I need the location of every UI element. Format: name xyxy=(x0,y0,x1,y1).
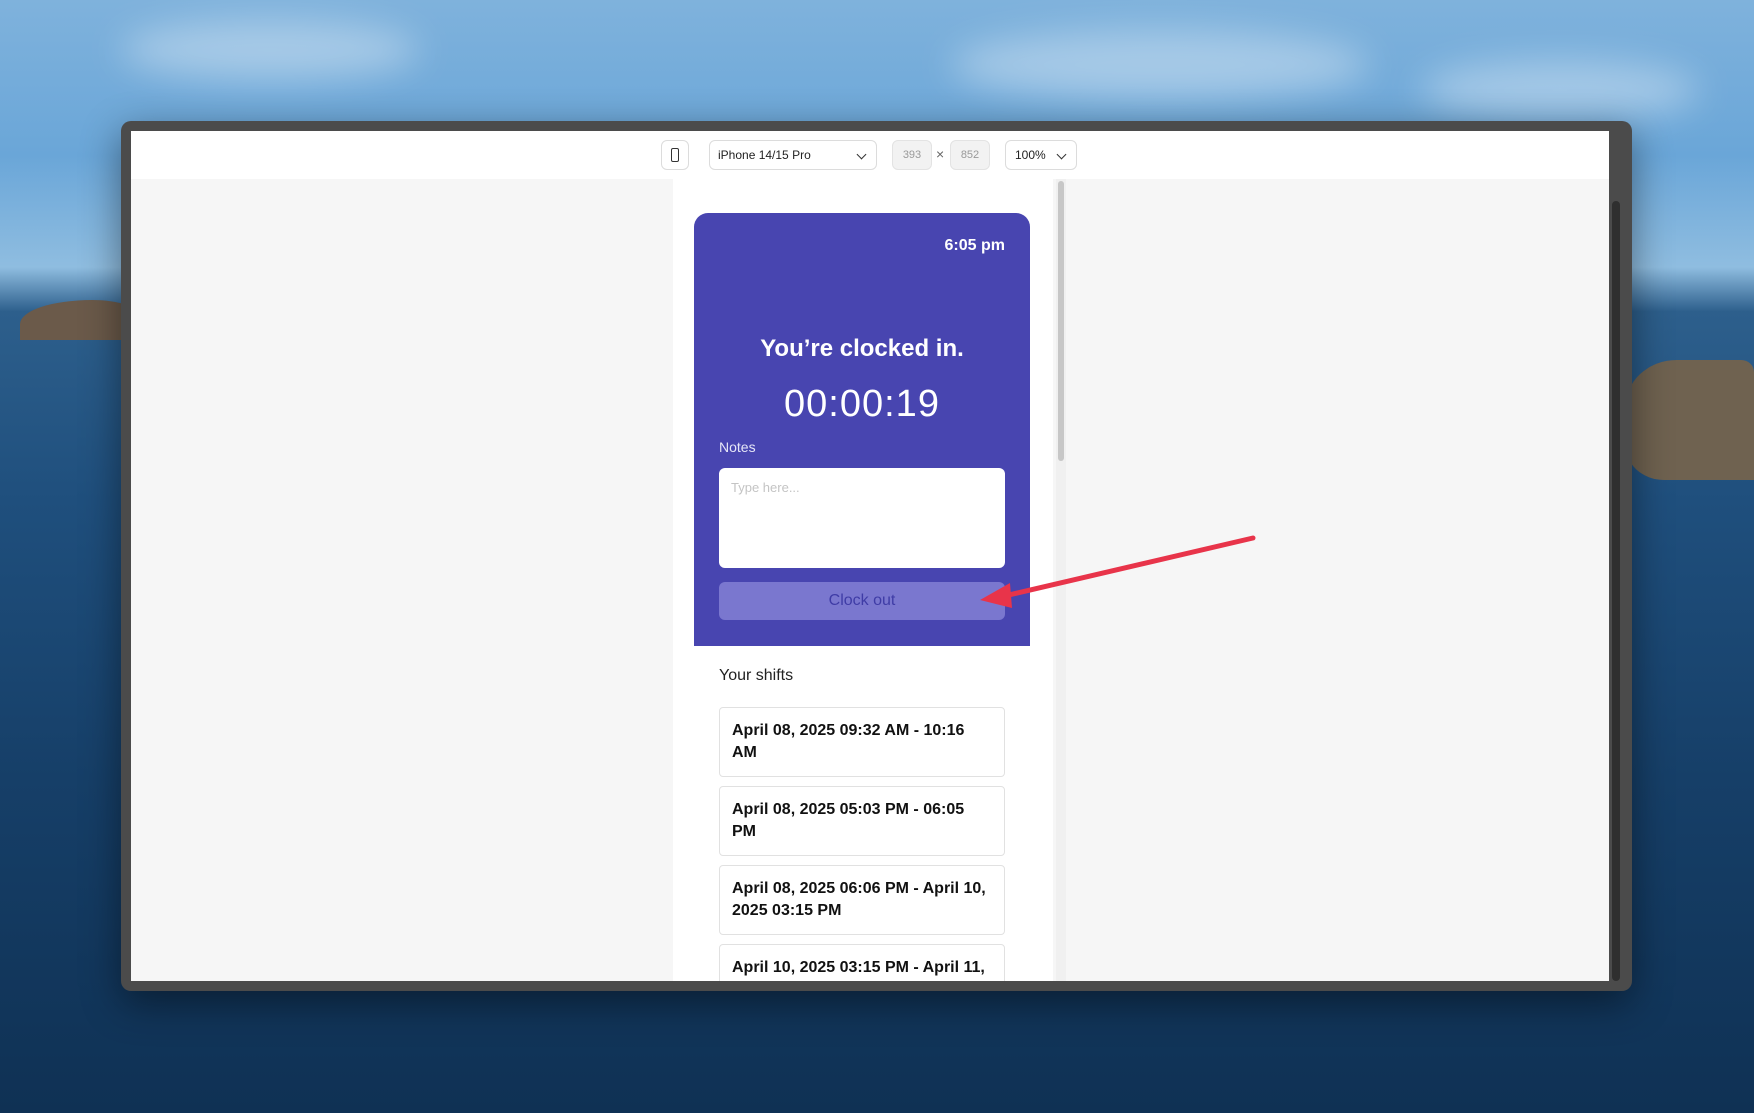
browser-window: iPhone 14/15 Pro 393 × 852 100% 6:05 pm … xyxy=(121,121,1632,991)
device-select-label: iPhone 14/15 Pro xyxy=(718,148,811,162)
dimension-separator: × xyxy=(936,146,945,162)
notes-placeholder: Type here... xyxy=(731,480,800,495)
elapsed-timer: 00:00:19 xyxy=(784,383,940,425)
cloud xyxy=(120,20,420,80)
chevron-down-icon xyxy=(1056,149,1067,160)
clock-card: 6:05 pm You’re clocked in. 00:00:19 Note… xyxy=(694,213,1030,646)
height-input[interactable]: 852 xyxy=(950,140,990,170)
notes-label: Notes xyxy=(719,439,756,455)
viewport-scrollbar-thumb[interactable] xyxy=(1058,181,1064,461)
zoom-select[interactable]: 100% xyxy=(1005,140,1077,170)
shift-item[interactable]: April 10, 2025 03:15 PM - April 11, 2025… xyxy=(719,944,1005,981)
clock-out-button[interactable]: Clock out xyxy=(719,582,1005,620)
island xyxy=(1625,360,1754,480)
device-toolbar: iPhone 14/15 Pro 393 × 852 100% xyxy=(131,131,1609,179)
notes-textarea[interactable]: Type here... xyxy=(719,468,1005,568)
current-time: 6:05 pm xyxy=(944,237,1005,254)
clocked-in-heading: You’re clocked in. xyxy=(760,335,964,362)
device-select[interactable]: iPhone 14/15 Pro xyxy=(709,140,877,170)
shift-item[interactable]: April 08, 2025 05:03 PM - 06:05 PM xyxy=(719,786,1005,856)
shift-item[interactable]: April 08, 2025 06:06 PM - April 10, 2025… xyxy=(719,865,1005,935)
zoom-select-label: 100% xyxy=(1015,148,1046,162)
cloud xyxy=(950,30,1370,100)
window-scrollbar[interactable] xyxy=(1612,201,1620,981)
toggle-device-button[interactable] xyxy=(661,140,689,170)
shift-item[interactable]: April 08, 2025 09:32 AM - 10:16 AM xyxy=(719,707,1005,777)
shifts-heading: Your shifts xyxy=(719,667,794,684)
devtools-responsive-view: iPhone 14/15 Pro 393 × 852 100% 6:05 pm … xyxy=(131,131,1609,981)
chevron-down-icon xyxy=(856,149,867,160)
width-input[interactable]: 393 xyxy=(892,140,932,170)
cloud xyxy=(1420,60,1700,120)
phone-icon xyxy=(671,148,679,162)
